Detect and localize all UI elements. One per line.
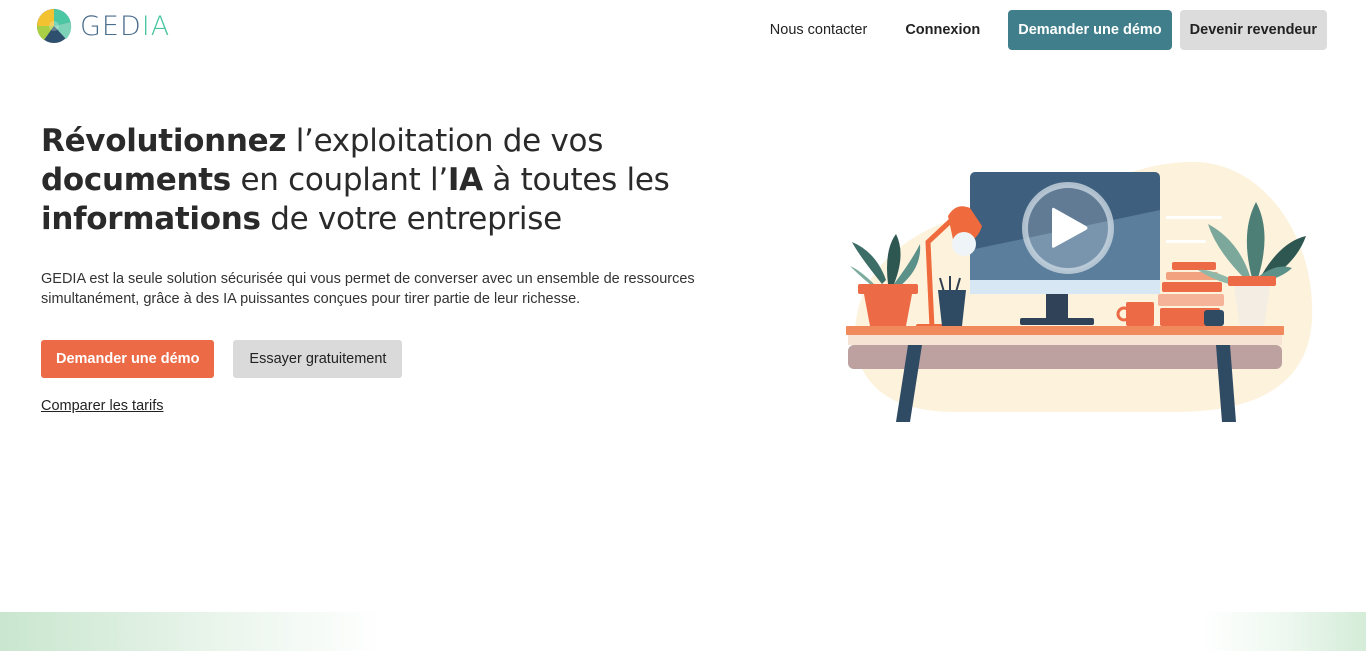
hero-demo-button[interactable]: Demander une démo: [41, 340, 215, 378]
play-icon: [1022, 182, 1114, 274]
desk-illustration: [846, 161, 1313, 422]
site-header: GEDIA Nous contacter Connexion Demander …: [0, 0, 1366, 60]
hero-section: Révolutionnez l’exploitation de vos docu…: [41, 122, 781, 415]
main-nav: Nous contacter Connexion Demander une dé…: [760, 10, 1327, 50]
compare-pricing-link[interactable]: Comparer les tarifs: [41, 398, 163, 414]
nav-demo-button[interactable]: Demander une démo: [1008, 10, 1172, 50]
gedia-logo-icon: [36, 9, 72, 43]
hero-cta-row: Demander une démo Essayer gratuitement: [41, 340, 781, 378]
hero-description: GEDIA est la seule solution sécurisée qu…: [41, 271, 695, 307]
hero-title: Révolutionnez l’exploitation de vos docu…: [41, 123, 670, 237]
nav-reseller-button[interactable]: Devenir revendeur: [1179, 10, 1327, 50]
gedia-logo-text: GEDIA: [80, 10, 171, 42]
nav-login-link[interactable]: Connexion: [895, 22, 990, 38]
nav-contact-link[interactable]: Nous contacter: [760, 22, 878, 38]
gedia-logo[interactable]: GEDIA: [36, 8, 170, 44]
footer-gradient-band: [0, 612, 1366, 651]
hero-try-free-button[interactable]: Essayer gratuitement: [233, 340, 403, 378]
hero-video-illustration[interactable]: [836, 150, 1326, 422]
